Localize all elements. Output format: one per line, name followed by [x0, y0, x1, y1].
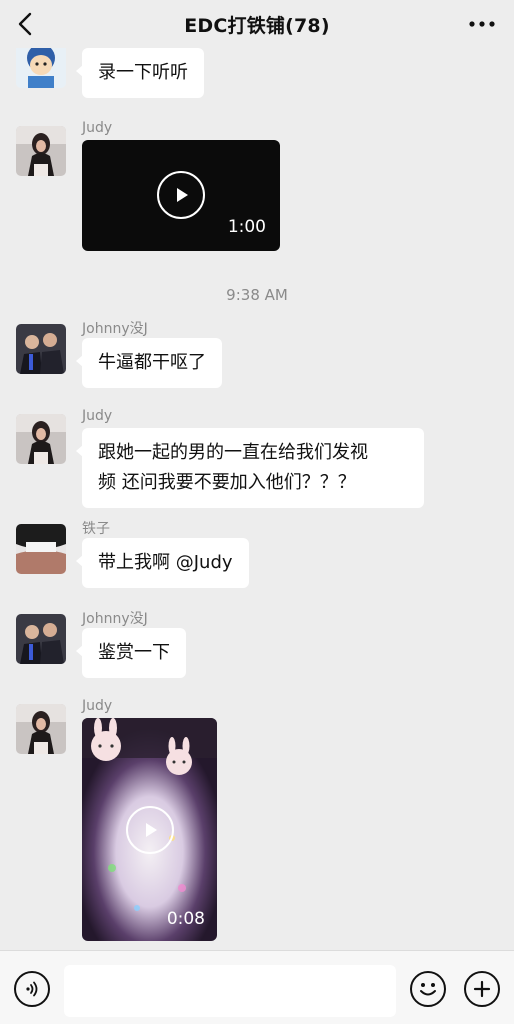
- chat-list[interactable]: 录一下听听 Judy 1:00 9:38 AM Johnny没J 牛逼都干呕了 …: [0, 48, 514, 950]
- emoji-button[interactable]: [410, 971, 446, 1007]
- video-message[interactable]: 1:00: [82, 140, 280, 251]
- avatar[interactable]: [16, 614, 66, 664]
- message-bubble[interactable]: 录一下听听: [76, 48, 204, 98]
- message-line: 跟她一起的男的一直在给我们发视: [98, 442, 368, 463]
- list-item: Johnny没J 鉴赏一下: [0, 610, 514, 690]
- message-input[interactable]: [64, 965, 396, 1017]
- sender-name: Judy: [82, 698, 113, 714]
- list-item: Johnny没J 牛逼都干呕了: [0, 320, 514, 400]
- emoji-icon: [420, 983, 436, 996]
- video-duration: 1:00: [227, 217, 266, 237]
- more-dots-icon: [469, 21, 495, 27]
- chat-header: EDC打铁铺(78): [0, 0, 514, 48]
- play-icon: [126, 806, 174, 854]
- sender-name: Judy: [82, 408, 113, 424]
- avatar[interactable]: [16, 126, 66, 176]
- sender-name: Judy: [82, 120, 113, 136]
- message-bubble[interactable]: 鉴赏一下: [76, 628, 186, 678]
- message-bubble[interactable]: 带上我啊 @Judy: [76, 538, 249, 588]
- sender-name: 铁子: [82, 521, 110, 537]
- list-item: Judy 跟她一起的男的一直在给我们发视 频 还问我要不要加入他们？？？: [0, 408, 514, 510]
- more-button[interactable]: [464, 8, 500, 40]
- message-line: 频 还问我要不要加入他们？？？: [98, 472, 356, 493]
- voice-button[interactable]: [14, 971, 50, 1007]
- timestamp: 9:38 AM: [226, 286, 288, 304]
- plus-button[interactable]: [464, 971, 500, 1007]
- sender-name: Johnny没J: [82, 611, 148, 627]
- input-bar: [0, 950, 514, 1024]
- message-bubble[interactable]: 跟她一起的男的一直在给我们发视 频 还问我要不要加入他们？？？: [76, 428, 424, 508]
- avatar[interactable]: [16, 48, 66, 88]
- list-item: Judy 0:08: [0, 698, 514, 945]
- chevron-left-icon: [18, 12, 32, 36]
- voice-icon: [26, 981, 38, 997]
- back-button[interactable]: [8, 6, 44, 42]
- plus-icon: [473, 980, 491, 998]
- message-bubble[interactable]: 牛逼都干呕了: [76, 338, 222, 388]
- play-icon: [157, 171, 205, 219]
- list-item: Judy 1:00: [0, 120, 514, 254]
- avatar[interactable]: [16, 704, 66, 754]
- list-item: 铁子 带上我啊 @Judy: [0, 520, 514, 600]
- avatar[interactable]: [16, 324, 66, 374]
- avatar[interactable]: [16, 524, 66, 574]
- avatar[interactable]: [16, 414, 66, 464]
- page-title: EDC打铁铺(78): [184, 14, 330, 37]
- video-duration: 0:08: [166, 909, 205, 929]
- sender-name: Johnny没J: [82, 321, 148, 337]
- video-message[interactable]: 0:08: [82, 718, 217, 941]
- list-item: 录一下听听: [0, 48, 514, 108]
